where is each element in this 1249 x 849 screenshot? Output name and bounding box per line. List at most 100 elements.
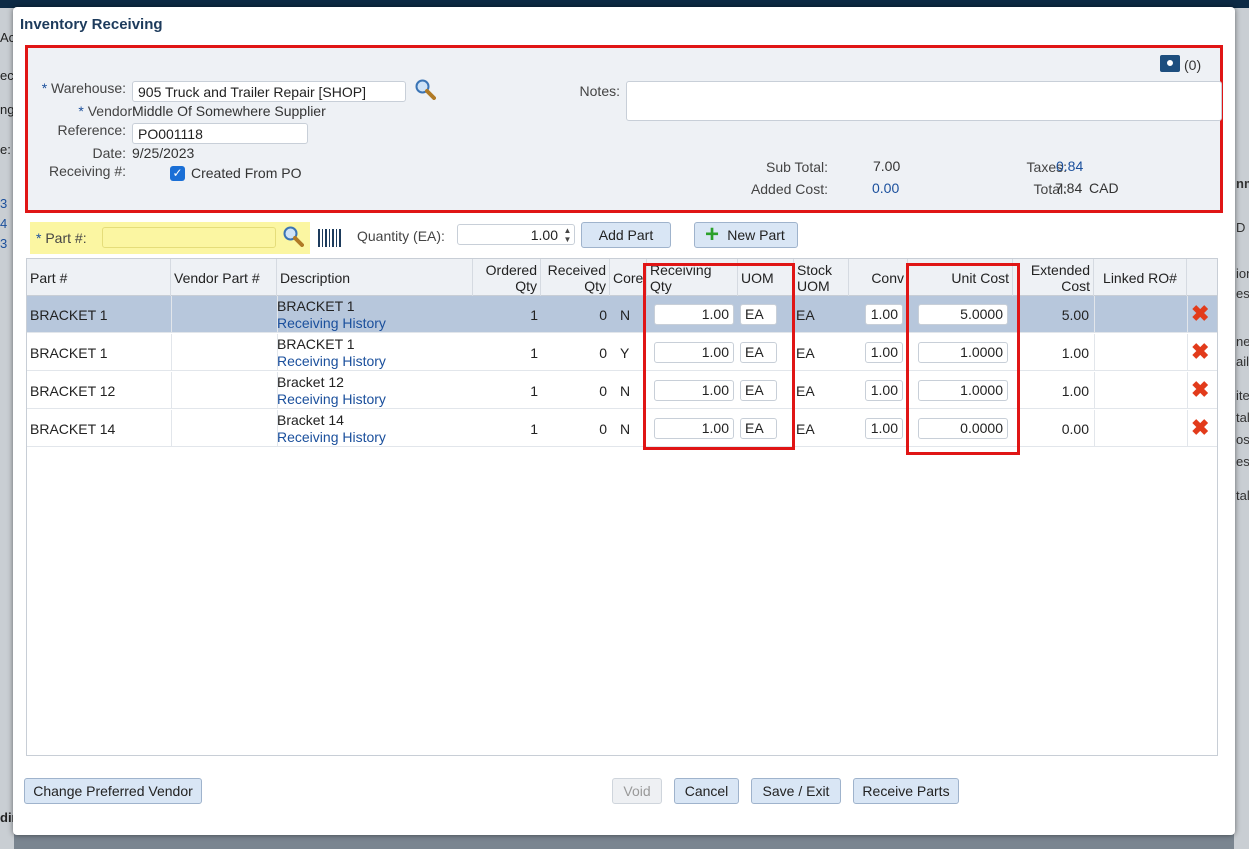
background-left-strip: Ac ec ng e: 3 4 3 dir: [0, 8, 17, 849]
conv-input[interactable]: 1.00: [865, 304, 903, 325]
quantity-stepper[interactable]: ▲ ▼: [562, 226, 573, 245]
vendor-value: Middle Of Somewhere Supplier: [132, 103, 326, 119]
attachments-count: (0): [1184, 57, 1202, 73]
bg-fragment: tal: [1236, 488, 1249, 503]
cell-linked-ro: [1094, 296, 1100, 333]
description-text: Bracket 14: [277, 412, 344, 428]
camera-icon[interactable]: [1160, 55, 1180, 72]
cell-ordered: 1: [530, 420, 538, 437]
cell-vendor-part: [171, 410, 177, 447]
parts-grid: Part # Vendor Part # Description Ordered…: [26, 258, 1218, 756]
delete-row-icon[interactable]: ✖: [1191, 379, 1209, 401]
reference-field[interactable]: PO001118: [132, 123, 308, 144]
quantity-input[interactable]: 1.00: [457, 224, 575, 245]
void-button[interactable]: Void: [612, 778, 662, 804]
reference-label: Reference:: [57, 122, 126, 138]
col-conv[interactable]: Conv: [849, 259, 908, 296]
cell-description: Bracket 14 Receiving History: [277, 412, 386, 446]
col-stock-uom[interactable]: Stock UOM: [794, 259, 849, 296]
created-from-po-checkbox[interactable]: ✓: [170, 166, 185, 181]
col-extended-cost[interactable]: Extended Cost: [1013, 259, 1094, 296]
bg-fragment: ail: [1236, 354, 1249, 369]
bg-fragment: 4: [0, 216, 8, 231]
date-value: 9/25/2023: [132, 145, 195, 161]
cell-core: Y: [620, 344, 630, 361]
bg-fragment: ne: [1236, 334, 1249, 349]
col-linked-ro[interactable]: Linked RO#: [1094, 259, 1187, 296]
taxes-link[interactable]: 0.84: [1056, 158, 1083, 174]
save-exit-button[interactable]: Save / Exit: [751, 778, 841, 804]
dialog-title: Inventory Receiving: [20, 16, 163, 33]
bg-fragment: ost: [1236, 432, 1249, 447]
cell-stock-uom: EA: [796, 306, 815, 323]
cell-part: BRACKET 14: [30, 420, 116, 437]
warehouse-search-icon[interactable]: [414, 78, 436, 103]
receiving-number-label: Receiving #:: [48, 163, 126, 179]
grid-header: Part # Vendor Part # Description Ordered…: [27, 259, 1217, 296]
warehouse-label: * Warehouse:: [41, 80, 126, 96]
cell-part: BRACKET 1: [30, 306, 108, 323]
delete-row-icon[interactable]: ✖: [1191, 341, 1209, 363]
barcode-icon[interactable]: [317, 227, 343, 252]
col-part[interactable]: Part #: [27, 259, 171, 296]
conv-input[interactable]: 1.00: [865, 418, 903, 439]
add-part-toolbar: * Part #: Quantity (EA): 1.00 ▲ ▼ Add Par…: [27, 217, 1217, 257]
cancel-button[interactable]: Cancel: [674, 778, 739, 804]
part-number-input[interactable]: [102, 227, 276, 248]
bg-fragment: D: [1236, 220, 1246, 235]
new-part-button[interactable]: + New Part: [694, 222, 798, 248]
bg-fragment: 3: [0, 196, 8, 211]
conv-input[interactable]: 1.00: [865, 342, 903, 363]
receiving-history-link[interactable]: Receiving History: [277, 353, 386, 370]
bg-fragment: es: [1236, 454, 1249, 469]
warehouse-field[interactable]: 905 Truck and Trailer Repair [SHOP]: [132, 81, 406, 102]
plus-icon: +: [705, 221, 720, 248]
cell-received: 0: [599, 344, 607, 361]
cell-core: N: [620, 382, 631, 399]
subtotal-label: Sub Total:: [765, 159, 828, 175]
receive-parts-button[interactable]: Receive Parts: [853, 778, 959, 804]
col-ordered-qty[interactable]: Ordered Qty: [473, 259, 541, 296]
cell-description: Bracket 12 Receiving History: [277, 374, 386, 408]
cell-core: N: [620, 306, 631, 323]
col-vendor-part[interactable]: Vendor Part #: [171, 259, 277, 296]
bg-fragment: 3: [0, 236, 8, 251]
date-label: Date:: [92, 145, 126, 161]
bg-fragment: ion: [1236, 266, 1249, 281]
table-row[interactable]: BRACKET 1 BRACKET 1 Receiving History 1 0…: [27, 296, 1217, 333]
cell-part: BRACKET 1: [30, 344, 108, 361]
inventory-receiving-dialog: Inventory Receiving * Warehouse: 905 Tru…: [13, 7, 1235, 835]
col-core[interactable]: Core: [610, 259, 647, 296]
delete-row-icon[interactable]: ✖: [1191, 417, 1209, 439]
conv-input[interactable]: 1.00: [865, 380, 903, 401]
quantity-label: Quantity (EA):: [357, 228, 445, 244]
receiving-history-link[interactable]: Receiving History: [277, 391, 386, 408]
notes-textarea[interactable]: [626, 81, 1222, 121]
cell-vendor-part: [171, 296, 177, 333]
added-cost-link[interactable]: 0.00: [872, 180, 899, 196]
part-search-icon[interactable]: [282, 225, 304, 250]
table-row[interactable]: BRACKET 1 BRACKET 1 Receiving History 1 0…: [27, 334, 1217, 371]
bg-fragment: nm: [1236, 176, 1249, 191]
unit-cost-highlight: [906, 263, 1020, 455]
col-description[interactable]: Description: [277, 259, 473, 296]
notes-label: Notes:: [579, 83, 620, 99]
cell-received: 0: [599, 382, 607, 399]
cell-extended: 1.00: [1061, 382, 1089, 399]
taxes-label: Taxes:: [1026, 159, 1067, 175]
part-search-area: * Part #:: [30, 222, 310, 254]
add-part-button[interactable]: Add Part: [581, 222, 671, 248]
bg-fragment: ess: [1236, 286, 1249, 301]
delete-row-icon[interactable]: ✖: [1191, 303, 1209, 325]
cell-description: BRACKET 1 Receiving History: [277, 336, 386, 370]
receiving-history-link[interactable]: Receiving History: [277, 315, 386, 332]
table-row[interactable]: BRACKET 12 Bracket 12 Receiving History 1…: [27, 372, 1217, 409]
description-text: BRACKET 1: [277, 298, 355, 314]
cell-core: N: [620, 420, 631, 437]
receiving-history-link[interactable]: Receiving History: [277, 429, 386, 446]
description-text: Bracket 12: [277, 374, 344, 390]
description-text: BRACKET 1: [277, 336, 355, 352]
table-row[interactable]: BRACKET 14 Bracket 14 Receiving History 1…: [27, 410, 1217, 447]
col-received-qty[interactable]: Received Qty: [541, 259, 610, 296]
change-preferred-vendor-button[interactable]: Change Preferred Vendor: [24, 778, 202, 804]
